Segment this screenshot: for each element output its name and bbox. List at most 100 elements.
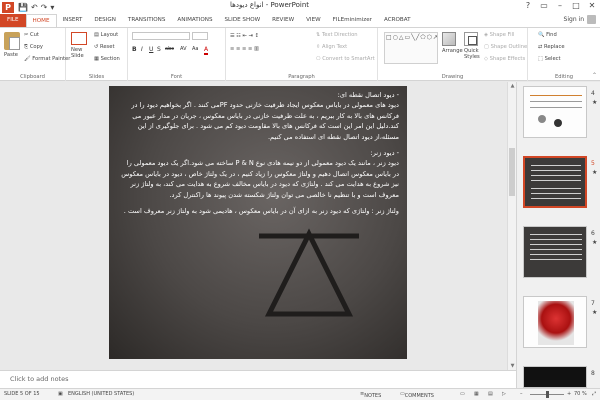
align-buttons[interactable]: ≡ ≡ ≡ ≡ ▥ <box>230 46 259 52</box>
zoom-out-button[interactable]: – <box>520 391 523 397</box>
window-controls: ? ▭ – □ ✕ <box>520 0 600 12</box>
shape-outline-label: Shape Outline <box>490 44 528 50</box>
comments-button[interactable]: ▭ COMMENTS <box>400 391 434 399</box>
maximize-button[interactable]: □ <box>568 0 584 12</box>
save-icon[interactable]: 💾 <box>18 3 28 12</box>
tab-home[interactable]: HOME <box>25 14 57 27</box>
tab-view[interactable]: VIEW <box>300 14 327 27</box>
language-indicator[interactable]: ENGLISH (UNITED STATES) <box>68 391 134 397</box>
quick-styles-button[interactable]: Quick Styles <box>464 32 480 60</box>
animation-star-icon: ★ <box>592 309 598 316</box>
slide-thumbnail-pane[interactable]: 4 ★ 5 ★ 6 ★ 7 ★ 8 <box>516 82 600 388</box>
shape-fill-button[interactable]: ◈ Shape Fill <box>484 32 514 38</box>
zoom-level[interactable]: 70 % <box>574 391 587 397</box>
slide-sorter-icon[interactable]: ▦ <box>474 391 479 397</box>
fit-slide-icon[interactable]: ⤢ <box>592 391 596 397</box>
slide-counter: SLIDE 5 OF 15 <box>4 391 40 397</box>
bold-button[interactable]: B <box>132 46 137 53</box>
select-button[interactable]: ⬚ Select <box>538 56 561 62</box>
sign-in[interactable]: Sign in <box>564 15 596 24</box>
reset-button[interactable]: ↺ Reset <box>94 44 115 50</box>
slides-group: New Slide ▤ Layout ↺ Reset ▦ Section Sli… <box>66 28 128 81</box>
ribbon-display-button[interactable]: ▭ <box>536 0 552 12</box>
shape-effects-button[interactable]: ◇ Shape Effects <box>484 56 525 62</box>
new-slide-icon <box>71 32 87 45</box>
thumbnail-number: 4 <box>591 90 595 97</box>
change-case-button[interactable]: Aa <box>192 46 198 52</box>
current-slide[interactable]: - دیود اتصال نقطه ای: دیود های معمولی در… <box>109 86 407 359</box>
thumb-line <box>530 95 582 96</box>
zoom-in-button[interactable]: + <box>567 391 571 397</box>
bullets-button[interactable]: ☰ ☷ ⇤ ⇥ ↕ <box>230 33 259 39</box>
thumb-line <box>531 188 581 189</box>
strikethrough-button[interactable]: abc <box>165 46 174 52</box>
italic-button[interactable]: I <box>141 46 143 53</box>
shape-outline-button[interactable]: ▢ Shape Outline <box>484 44 527 50</box>
reading-view-icon[interactable]: ▤ <box>488 391 493 397</box>
undo-icon[interactable]: ↶ <box>31 3 38 12</box>
diode-watermark-icon <box>259 228 359 317</box>
slideshow-icon[interactable]: ▷ <box>502 391 506 397</box>
normal-view-icon[interactable]: ▭ <box>460 391 465 397</box>
align-text-button[interactable]: ⇳ Align Text <box>316 44 347 50</box>
section-button[interactable]: ▦ Section <box>94 56 120 62</box>
convert-smartart-label: Convert to SmartArt <box>322 56 375 62</box>
slide-text-box[interactable]: - دیود اتصال نقطه ای: دیود های معمولی در… <box>119 90 399 222</box>
spellcheck-icon[interactable]: ▣ <box>58 391 63 397</box>
vertical-scrollbar[interactable]: ▲ ▼ <box>507 82 516 370</box>
comments-button-label: COMMENTS <box>404 393 434 399</box>
new-slide-button[interactable]: New Slide <box>71 32 91 59</box>
text-direction-button[interactable]: ⇅ Text Direction <box>316 32 358 38</box>
cut-button[interactable]: ✂ Cut <box>24 32 39 38</box>
quick-access-toolbar: 💾 ↶ ↷ ▾ <box>18 3 54 12</box>
copy-button[interactable]: ⎘ Copy <box>24 44 43 51</box>
font-size-field[interactable] <box>192 32 208 40</box>
thumb-line <box>530 249 582 250</box>
close-button[interactable]: ✕ <box>584 0 600 12</box>
zoom-slider-handle[interactable] <box>546 391 549 398</box>
slides-group-label: Slides <box>88 74 105 80</box>
underline-button[interactable]: U <box>149 46 153 53</box>
collapse-ribbon-icon[interactable]: ⌃ <box>592 72 597 79</box>
thumbnail-image <box>523 86 587 138</box>
paragraph-group: ☰ ☷ ⇤ ⇥ ↕ ≡ ≡ ≡ ≡ ▥ ⇅ Text Direction ⇳ A… <box>226 28 378 81</box>
reset-label: Reset <box>100 44 115 50</box>
notes-button[interactable]: ≡ NOTES <box>360 391 381 399</box>
scroll-thumb[interactable] <box>509 148 515 196</box>
convert-smartart-button[interactable]: ⎔ Convert to SmartArt <box>316 56 375 62</box>
font-color-button[interactable]: A <box>204 46 209 55</box>
font-name-field[interactable] <box>132 32 190 40</box>
tab-transitions[interactable]: TRANSITIONS <box>122 14 172 27</box>
tab-insert[interactable]: INSERT <box>57 14 89 27</box>
select-label: Select <box>544 56 561 62</box>
tab-review[interactable]: REVIEW <box>266 14 300 27</box>
animation-star-icon: ★ <box>592 99 598 106</box>
shapes-gallery[interactable]: □○△▭╲╱⬠⬡↗☆{} <box>384 32 438 64</box>
redo-icon[interactable]: ↷ <box>41 3 48 12</box>
animation-star-icon: ★ <box>592 169 598 176</box>
notes-pane[interactable]: Click to add notes <box>0 370 516 388</box>
thumbnail-image <box>523 226 587 278</box>
tab-animations[interactable]: ANIMATIONS <box>171 14 218 27</box>
tab-slide-show[interactable]: SLIDE SHOW <box>219 14 267 27</box>
tab-acrobat[interactable]: ACROBAT <box>378 14 417 27</box>
paste-button[interactable]: Paste <box>4 32 20 58</box>
tab-design[interactable]: DESIGN <box>88 14 122 27</box>
tab-file[interactable]: FILE <box>0 14 26 27</box>
arrange-button[interactable]: Arrange <box>442 32 463 54</box>
find-button[interactable]: 🔍 Find <box>538 32 557 38</box>
avatar <box>587 15 596 24</box>
help-button[interactable]: ? <box>520 0 536 12</box>
powerpoint-window: P 💾 ↶ ↷ ▾ انواع دیودها - PowerPoint ? ▭ … <box>0 0 600 400</box>
shadow-button[interactable]: S <box>157 46 161 53</box>
replace-button[interactable]: ⇄ Replace <box>538 44 565 50</box>
customize-qat-icon[interactable]: ▾ <box>50 3 54 12</box>
tab-fileminimizer[interactable]: FILEminimizer <box>327 14 378 27</box>
char-spacing-button[interactable]: AV <box>180 46 187 52</box>
paste-icon <box>4 32 20 50</box>
thumb-line <box>531 180 581 181</box>
layout-button[interactable]: ▤ Layout <box>94 32 118 38</box>
format-painter-button[interactable]: 🖌 Format Painter <box>24 56 70 62</box>
thumb-line <box>531 165 581 166</box>
minimize-button[interactable]: – <box>552 0 568 12</box>
